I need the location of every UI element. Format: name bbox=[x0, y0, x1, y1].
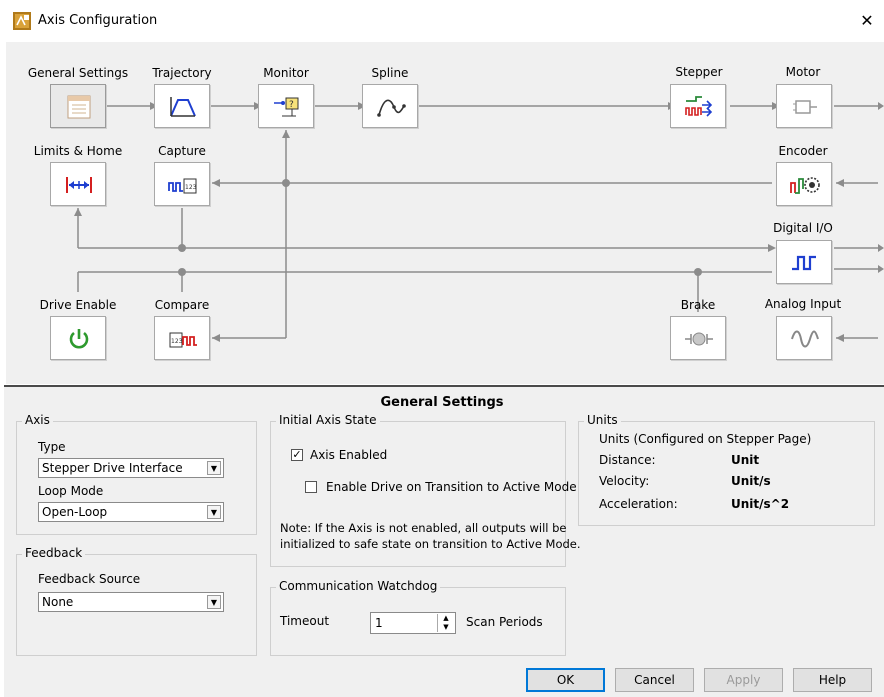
digital-io-label: Digital I/O bbox=[773, 221, 833, 235]
brake-label: Brake bbox=[680, 298, 716, 312]
increment-arrow-icon[interactable]: ▲ bbox=[437, 614, 454, 623]
encoder-label: Encoder bbox=[778, 144, 828, 158]
monitor-block[interactable]: ? bbox=[258, 84, 314, 128]
scan-periods-label: Scan Periods bbox=[466, 615, 543, 629]
drive-enable-label: Drive Enable bbox=[39, 298, 117, 312]
feedback-source-label: Feedback Source bbox=[38, 572, 141, 586]
help-button[interactable]: Help bbox=[793, 668, 872, 692]
window-title: Axis Configuration bbox=[38, 13, 158, 28]
acceleration-label: Acceleration: bbox=[599, 497, 678, 511]
timeout-label: Timeout bbox=[280, 614, 330, 628]
distance-label: Distance: bbox=[599, 453, 656, 467]
capture-block[interactable]: 123 bbox=[154, 162, 210, 206]
drive-enable-block[interactable] bbox=[50, 316, 106, 360]
note-line-1: Note: If the Axis is not enabled, all ou… bbox=[280, 521, 567, 535]
loop-mode-label: Loop Mode bbox=[38, 484, 104, 498]
trajectory-block[interactable] bbox=[154, 84, 210, 128]
apply-button[interactable]: Apply bbox=[704, 668, 783, 692]
general-settings-block[interactable] bbox=[50, 84, 106, 128]
chevron-down-icon[interactable]: ▼ bbox=[207, 595, 221, 609]
power-icon bbox=[69, 329, 89, 349]
cancel-button[interactable]: Cancel bbox=[615, 668, 694, 692]
limits-home-block[interactable] bbox=[50, 162, 106, 206]
title-bar: Axis Configuration ✕ bbox=[0, 0, 884, 42]
motor-icon bbox=[793, 100, 817, 114]
settings-window-icon bbox=[67, 95, 91, 119]
stepper-block[interactable] bbox=[670, 84, 726, 128]
note-line-2: initialized to safe state on transition … bbox=[280, 537, 581, 551]
panel-title: General Settings bbox=[380, 395, 504, 410]
svg-text:?: ? bbox=[289, 100, 294, 110]
feedback-source-dropdown[interactable]: None ▼ bbox=[38, 592, 224, 612]
analog-input-block[interactable] bbox=[776, 316, 832, 360]
app-icon bbox=[13, 12, 31, 30]
feedback-group-legend: Feedback bbox=[22, 546, 86, 560]
type-dropdown[interactable]: Stepper Drive Interface ▼ bbox=[38, 458, 224, 478]
acceleration-value: Unit/s^2 bbox=[731, 497, 790, 511]
motor-label: Motor bbox=[785, 65, 821, 79]
velocity-value: Unit/s bbox=[731, 474, 771, 488]
initial-axis-state-legend: Initial Axis State bbox=[276, 413, 380, 427]
velocity-label: Velocity: bbox=[599, 474, 650, 488]
spline-block[interactable] bbox=[362, 84, 418, 128]
motor-block[interactable] bbox=[776, 84, 832, 128]
trajectory-profile-icon bbox=[170, 97, 196, 117]
sine-wave-icon bbox=[791, 330, 819, 348]
axis-block-diagram: General Settings Trajectory Monitor Spli… bbox=[6, 42, 884, 384]
axis-group-legend: Axis bbox=[22, 413, 53, 427]
chevron-down-icon[interactable]: ▼ bbox=[207, 461, 221, 475]
chevron-down-icon[interactable]: ▼ bbox=[207, 505, 221, 519]
trajectory-label: Trajectory bbox=[152, 66, 212, 80]
spline-curve-icon bbox=[377, 99, 406, 117]
timeout-stepper[interactable]: 1 ▲ ▼ bbox=[370, 612, 456, 634]
compare-block[interactable]: 123 bbox=[154, 316, 210, 360]
analog-input-label: Analog Input bbox=[764, 297, 842, 311]
loop-mode-dropdown[interactable]: Open-Loop ▼ bbox=[38, 502, 224, 522]
digital-io-block[interactable] bbox=[776, 240, 832, 284]
svg-text:123: 123 bbox=[185, 184, 197, 191]
decrement-arrow-icon[interactable]: ▼ bbox=[437, 623, 454, 632]
close-button[interactable]: ✕ bbox=[852, 6, 882, 36]
square-wave-icon bbox=[792, 255, 816, 271]
compare-label: Compare bbox=[154, 298, 210, 312]
stepper-signal-icon bbox=[685, 96, 713, 117]
encoder-icon bbox=[790, 177, 820, 194]
distance-value: Unit bbox=[731, 453, 760, 467]
signal-flow-lines bbox=[74, 102, 884, 342]
capture-pulse-icon: 123 bbox=[168, 178, 197, 194]
monitor-label: Monitor bbox=[263, 66, 309, 80]
watchdog-legend: Communication Watchdog bbox=[276, 579, 441, 593]
loop-mode-value: Open-Loop bbox=[42, 505, 108, 519]
general-settings-label: General Settings bbox=[27, 66, 129, 80]
svg-text:123: 123 bbox=[171, 338, 183, 345]
axis-enabled-label: Axis Enabled bbox=[310, 448, 388, 462]
spline-label: Spline bbox=[371, 66, 409, 80]
type-value: Stepper Drive Interface bbox=[42, 461, 183, 475]
timeout-value: 1 bbox=[375, 616, 383, 630]
enable-drive-label: Enable Drive on Transition to Active Mod… bbox=[326, 480, 577, 494]
capture-label: Capture bbox=[158, 144, 206, 158]
stepper-label: Stepper bbox=[675, 65, 723, 79]
feedback-source-value: None bbox=[42, 595, 74, 609]
ok-button[interactable]: OK bbox=[526, 668, 605, 692]
type-label: Type bbox=[38, 440, 66, 454]
units-legend: Units bbox=[584, 413, 621, 427]
brake-icon bbox=[685, 332, 713, 346]
limits-arrows-icon bbox=[66, 177, 92, 193]
units-header: Units (Configured on Stepper Page) bbox=[599, 432, 812, 446]
monitor-icon: ? bbox=[274, 97, 299, 117]
enable-drive-checkbox[interactable] bbox=[305, 481, 317, 493]
compare-pulse-icon: 123 bbox=[169, 332, 197, 348]
axis-enabled-checkbox[interactable]: ✓ bbox=[291, 449, 303, 461]
encoder-block[interactable] bbox=[776, 162, 832, 206]
brake-block[interactable] bbox=[670, 316, 726, 360]
limits-home-label: Limits & Home bbox=[33, 144, 123, 158]
